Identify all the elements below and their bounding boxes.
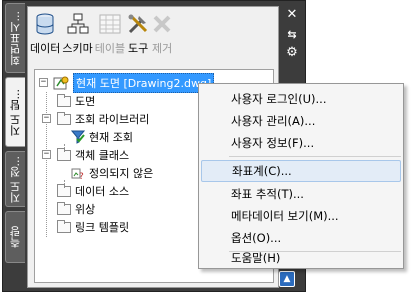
tree-item-label: 위상 (75, 203, 96, 216)
vertical-tab-strip: 회면표시... 지도 탐... 지도 정... 측량 (3, 1, 27, 291)
drawing-root-icon (53, 76, 69, 90)
tab-display[interactable]: 회면표시... (5, 3, 25, 73)
menu-item-user-login[interactable]: 사용자 로그인(U)... (201, 88, 401, 110)
tree-item-label: 도면 (75, 95, 96, 108)
collapse-icon[interactable]: − (42, 114, 51, 123)
menu-item-label: 좌표 추적(T)... (231, 187, 304, 201)
folder-icon (57, 111, 71, 125)
auto-hide-icon[interactable]: ⇆ (283, 25, 301, 43)
tree-item-query-library[interactable]: − 조회 라이브러리 (39, 110, 149, 128)
menu-item-label: 사용자 관리(A)... (231, 114, 316, 128)
tools-label: 도구 (128, 42, 149, 55)
tree-item-undefined[interactable]: ? 정의되지 않은 (71, 164, 153, 182)
menu-item-coord-track[interactable]: 좌표 추적(T)... (201, 183, 401, 205)
menu-separator (229, 156, 401, 157)
autocad-logo-icon[interactable]: ▲ (279, 271, 295, 287)
tree-item-label: 링크 템플릿 (75, 221, 130, 234)
menu-item-help[interactable]: 도움말(H) (201, 247, 401, 269)
menu-item-label: 좌표계(C)... (232, 164, 292, 178)
schema-label: 스키마 (62, 42, 93, 55)
menu-item-metadata-view[interactable]: 메타데이터 보기(M)... (201, 205, 401, 227)
folder-icon (57, 147, 71, 161)
schema-button[interactable]: 스키마 (62, 7, 93, 62)
tab-map-explorer-label: 지도 탐... (8, 88, 22, 136)
menu-item-user-admin[interactable]: 사용자 관리(A)... (201, 110, 401, 132)
tree-item-link-templates[interactable]: 링크 템플릿 (57, 218, 129, 236)
tree-item-object-classes[interactable]: − 객체 클래스 (39, 146, 129, 164)
database-icon (34, 13, 56, 35)
tree-root-label: 현재 도면 [Drawing2.dwg] (73, 73, 215, 93)
remove-label: 제거 (152, 42, 173, 55)
remove-button[interactable]: 제거 (151, 7, 173, 62)
tab-display-label: 회면표시... (8, 10, 22, 66)
tree-item-label: 데이터 소스 (75, 185, 130, 198)
menu-item-label: 사용자 로그인(U)... (231, 92, 327, 106)
context-menu: 사용자 로그인(U)... 사용자 관리(A)... 사용자 정보(F)... … (198, 83, 404, 269)
table-icon (99, 13, 121, 35)
menu-item-label: 도움말(H) (231, 251, 281, 265)
toolbar: 데이터 스키마 테이블 도구 제거 (30, 7, 278, 62)
schema-icon (67, 13, 89, 35)
folder-icon (57, 201, 71, 215)
data-label: 데이터 (30, 42, 61, 55)
menu-item-options[interactable]: 옵션(O)... (201, 227, 401, 249)
tree-item-topology[interactable]: 위상 (57, 200, 95, 218)
folder-icon (57, 219, 71, 233)
tools-icon (127, 13, 149, 35)
tree-item-label: 객체 클래스 (75, 149, 130, 162)
class-icon: ? (71, 166, 85, 182)
tab-survey-label: 측량 (8, 226, 22, 248)
data-button[interactable]: 데이터 (30, 7, 60, 62)
tab-survey[interactable]: 측량 (5, 211, 25, 263)
folder-icon (57, 183, 71, 197)
menu-item-user-info[interactable]: 사용자 정보(F)... (201, 132, 401, 154)
properties-icon[interactable]: ⚙ (283, 43, 301, 61)
tree-item-drawing[interactable]: 도면 (57, 92, 95, 110)
tree-item-label: 조회 라이브러리 (75, 113, 150, 126)
table-button[interactable]: 테이블 (95, 7, 125, 62)
table-label: 테이블 (94, 42, 126, 55)
close-icon[interactable]: ✕ (283, 5, 301, 23)
tree-root[interactable]: − 현재 도면 [Drawing2.dwg] (39, 73, 215, 93)
svg-text:?: ? (79, 172, 84, 180)
filter-icon (70, 130, 86, 144)
tab-map-book[interactable]: 지도 정... (5, 151, 25, 207)
menu-item-label: 사용자 정보(F)... (231, 136, 315, 150)
tree-item-current-query[interactable]: 현재 조회 (70, 128, 133, 146)
collapse-icon[interactable]: − (42, 150, 51, 159)
menu-item-coord-system[interactable]: 좌표계(C)... (201, 160, 401, 182)
collapse-icon[interactable]: − (39, 78, 48, 87)
menu-item-label: 메타데이터 보기(M)... (231, 209, 339, 223)
tree-item-label: 현재 조회 (89, 131, 133, 144)
tab-map-book-label: 지도 정... (8, 155, 22, 203)
tools-button[interactable]: 도구 (127, 7, 149, 62)
remove-icon (151, 13, 173, 35)
tree-item-label: 정의되지 않은 (89, 167, 154, 180)
tree-item-data-sources[interactable]: 데이터 소스 (57, 182, 129, 200)
menu-item-label: 옵션(O)... (231, 231, 282, 245)
tab-map-explorer[interactable]: 지도 탐... (5, 77, 25, 147)
folder-icon (57, 93, 71, 107)
